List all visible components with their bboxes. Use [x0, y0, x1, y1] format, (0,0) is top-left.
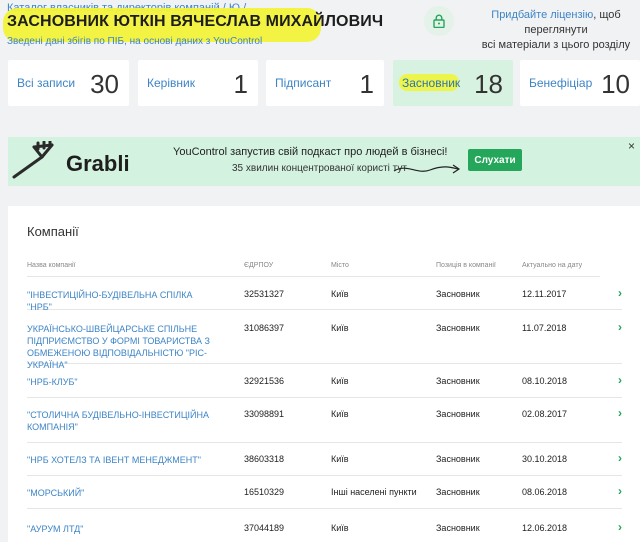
company-code: 37044189	[244, 523, 285, 533]
col-header-date: Актуально на дату	[522, 262, 583, 269]
company-date: 08.06.2018	[522, 487, 568, 497]
close-icon[interactable]: ×	[628, 139, 635, 153]
table-row[interactable]: "ІНВЕСТИЦІЙНО-БУДІВЕЛЬНА СПІЛКА "НРБ" 32…	[27, 278, 622, 312]
company-name-link[interactable]: "НРБ ХОТЕЛЗ ТА ІВЕНТ МЕНЕДЖМЕНТ"	[27, 454, 217, 466]
chevron-right-icon[interactable]: ›	[618, 373, 622, 387]
stat-label: Засновник	[402, 76, 461, 90]
col-header-city: Місто	[331, 262, 349, 269]
stat-all-records[interactable]: Всі записи 30	[8, 60, 129, 106]
stat-value: 1	[233, 69, 248, 99]
buy-license-link[interactable]: Придбайте ліцензію	[491, 9, 593, 21]
company-name-link[interactable]: "СТОЛИЧНА БУДІВЕЛЬНО-ІНВЕСТИЦІЙНА КОМПАН…	[27, 409, 217, 433]
company-date: 02.08.2017	[522, 409, 568, 419]
col-header-code: ЄДРПОУ	[244, 262, 274, 269]
stat-label: Бенефіціар	[529, 76, 593, 90]
table-row[interactable]: "НРБ-КЛУБ" 32921536 Київ Засновник 08.10…	[27, 364, 622, 398]
company-city: Київ	[331, 409, 349, 419]
company-code: 16510329	[244, 487, 285, 497]
company-date: 12.06.2018	[522, 523, 568, 533]
company-code: 32531327	[244, 289, 285, 299]
chevron-right-icon[interactable]: ›	[618, 320, 622, 334]
podcast-banner: Grabli YouControl запустив свій подкаст …	[8, 137, 640, 186]
company-city: Київ	[331, 323, 349, 333]
table-row[interactable]: "АУРУМ ЛТД" 37044189 Київ Засновник 12.0…	[27, 509, 622, 542]
company-city: Київ	[331, 376, 349, 386]
company-position: Засновник	[436, 323, 480, 333]
company-city: Інші населені пункти	[331, 487, 417, 497]
stat-value: 1	[359, 69, 374, 99]
table-row[interactable]: "МОРСЬКИЙ" 16510329 Інші населені пункти…	[27, 476, 622, 509]
companies-panel: Компанії Назва компанії ЄДРПОУ Місто Поз…	[8, 206, 640, 542]
company-date: 11.07.2018	[522, 323, 567, 333]
company-date: 30.10.2018	[522, 454, 568, 464]
stat-value: 10	[601, 69, 630, 99]
page-header: Каталог власників та директорів компаній…	[0, 0, 640, 58]
stat-label: Керівник	[147, 76, 195, 90]
col-header-position: Позиція в компанії	[436, 262, 496, 269]
company-position: Засновник	[436, 454, 480, 464]
license-text-2: всі матеріали з цього розділу	[481, 39, 631, 51]
company-position: Засновник	[436, 376, 480, 386]
stat-beneficiary[interactable]: Бенефіціар 10	[520, 60, 640, 106]
grabli-logo-text: Grabli	[66, 151, 130, 176]
chevron-right-icon[interactable]: ›	[618, 451, 622, 465]
company-name-link[interactable]: "МОРСЬКИЙ"	[27, 487, 217, 499]
table-row[interactable]: "НРБ ХОТЕЛЗ ТА ІВЕНТ МЕНЕДЖМЕНТ" 3860331…	[27, 443, 622, 476]
stat-label: Підписант	[275, 76, 332, 90]
banner-subtitle: 35 хвилин концентрованої користі тут	[232, 163, 407, 174]
chevron-right-icon[interactable]: ›	[618, 520, 622, 534]
stat-manager[interactable]: Керівник 1	[138, 60, 258, 106]
company-position: Засновник	[436, 523, 480, 533]
col-header-name: Назва компанії	[27, 262, 76, 269]
stat-label: Всі записи	[17, 76, 76, 90]
page-title: ЗАСНОВНИК ЮТКІН ВЯЧЕСЛАВ МИХАЙЛОВИЧ	[7, 13, 384, 30]
company-name-link[interactable]: "НРБ-КЛУБ"	[27, 376, 217, 388]
lock-icon	[424, 6, 454, 36]
company-date: 08.10.2018	[522, 376, 568, 386]
squiggle-arrow-icon	[393, 164, 461, 174]
chevron-right-icon[interactable]: ›	[618, 286, 622, 300]
license-notice: Придбайте ліцензію, щоб переглянути всі …	[466, 8, 640, 53]
company-date: 12.11.2017	[522, 289, 567, 299]
page-subtitle[interactable]: Зведені дані збігів по ПІБ, на основі да…	[7, 36, 262, 47]
grabli-logo: Grabli	[12, 141, 130, 179]
stat-value: 30	[90, 69, 119, 99]
listen-button[interactable]: Слухати	[468, 149, 522, 171]
stat-value: 18	[474, 69, 503, 99]
company-position: Засновник	[436, 487, 480, 497]
company-city: Київ	[331, 523, 349, 533]
companies-title: Компанії	[27, 224, 79, 239]
company-city: Київ	[331, 454, 349, 464]
table-row[interactable]: УКРАЇНСЬКО-ШВЕЙЦАРСЬКЕ СПІЛЬНЕ ПІДПРИЄМС…	[27, 310, 622, 370]
company-name-link[interactable]: "АУРУМ ЛТД"	[27, 523, 217, 535]
banner-title: YouControl запустив свій подкаст про люд…	[173, 146, 448, 158]
company-position: Засновник	[436, 289, 480, 299]
chevron-right-icon[interactable]: ›	[618, 484, 622, 498]
company-city: Київ	[331, 289, 349, 299]
header-divider	[27, 276, 600, 277]
chevron-right-icon[interactable]: ›	[618, 406, 622, 420]
stat-signatory[interactable]: Підписант 1	[266, 60, 384, 106]
company-code: 33098891	[244, 409, 285, 419]
company-code: 32921536	[244, 376, 285, 386]
company-position: Засновник	[436, 409, 480, 419]
table-row[interactable]: "СТОЛИЧНА БУДІВЕЛЬНО-ІНВЕСТИЦІЙНА КОМПАН…	[27, 398, 622, 443]
company-code: 31086397	[244, 323, 285, 333]
stat-founder[interactable]: Засновник 18	[393, 60, 513, 106]
company-code: 38603318	[244, 454, 285, 464]
